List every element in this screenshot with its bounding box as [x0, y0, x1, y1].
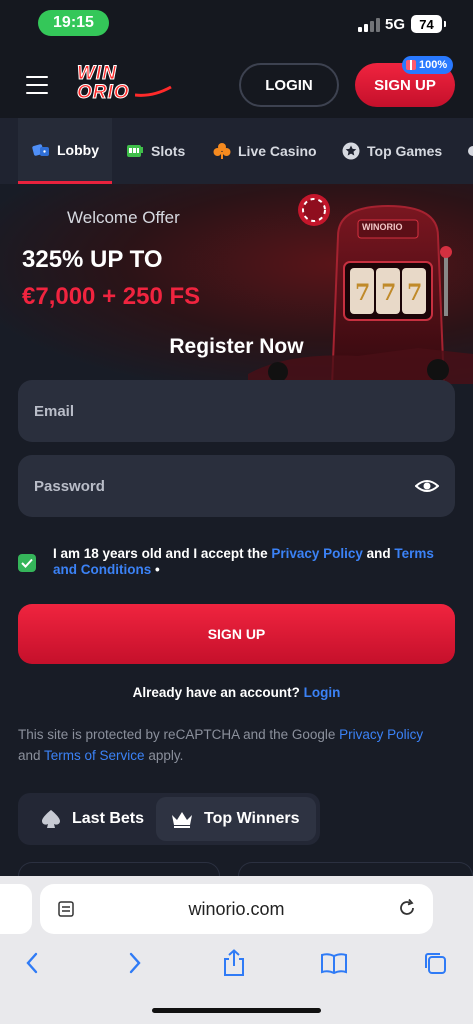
status-time: 19:15: [38, 10, 109, 36]
previous-tab-preview[interactable]: [0, 884, 32, 934]
logo-line-2: ORIO: [77, 82, 130, 104]
page: 19:15 5G 74 WIN ORIO LOGIN SIGN UP 100% …: [0, 0, 473, 1024]
login-button[interactable]: LOGIN: [239, 63, 339, 107]
category-tabs: Lobby Slots Live Casino Top Games: [0, 118, 473, 184]
winorio-logo[interactable]: WIN ORIO: [73, 63, 173, 105]
tab-label: Live Casino: [238, 143, 317, 159]
tab-label: Lobby: [57, 141, 99, 158]
bets-tab-label: Last Bets: [72, 810, 145, 827]
url-text: winorio.com: [188, 898, 285, 919]
tab-top-winners[interactable]: Top Winners: [156, 797, 316, 841]
site-header: WIN ORIO LOGIN SIGN UP: [0, 48, 473, 118]
checkmark-icon: [21, 558, 33, 568]
google-terms-link[interactable]: Terms of Service: [44, 748, 145, 763]
bets-tab-label: Top Winners: [204, 810, 300, 827]
dice-icon: [32, 143, 49, 156]
svg-text:7: 7: [381, 280, 396, 306]
crown-icon: [172, 812, 192, 828]
tabs-icon[interactable]: [419, 948, 451, 978]
gift-icon: [406, 60, 416, 70]
offer-line-1: 325% UP TO: [22, 246, 163, 273]
age-terms-checkbox[interactable]: [18, 554, 36, 572]
terms-and: and: [362, 546, 395, 561]
browser-toolbar: winorio.com: [0, 876, 473, 1024]
menu-icon[interactable]: [26, 76, 48, 94]
club-icon: [213, 143, 231, 159]
tab-slots[interactable]: Slots: [126, 118, 185, 184]
recaptcha-text-2: and: [18, 748, 45, 763]
signal-icon: [358, 18, 380, 32]
network-type: 5G: [385, 16, 406, 33]
welcome-offer-label: Welcome Offer: [67, 208, 180, 227]
register-title: Register Now: [169, 335, 304, 358]
tab-lobby[interactable]: Lobby: [18, 118, 112, 184]
password-field: [18, 455, 455, 517]
svg-text:7: 7: [407, 280, 422, 306]
have-account-label: Already have an account?: [132, 685, 304, 700]
slot-machine-icon: [127, 145, 143, 157]
email-input[interactable]: [18, 380, 455, 442]
address-bar[interactable]: winorio.com: [40, 884, 433, 934]
tab-last-bets[interactable]: Last Bets: [22, 797, 152, 841]
tab-overflow-icon: [466, 118, 473, 184]
back-icon[interactable]: [16, 948, 48, 978]
recaptcha-text-3: apply.: [144, 748, 184, 763]
recaptcha-notice: This site is protected by reCAPTCHA and …: [18, 724, 458, 766]
bonus-badge: 100%: [402, 56, 454, 74]
email-field: [18, 380, 455, 442]
share-icon[interactable]: [218, 948, 250, 978]
terms-suffix: •: [151, 562, 160, 577]
bookmarks-icon[interactable]: [318, 948, 350, 978]
terms-prefix: I am 18 years old and I accept the: [53, 546, 272, 561]
status-bar: 19:15 5G 74: [0, 0, 473, 48]
tab-label: Top Games: [367, 143, 443, 159]
home-indicator[interactable]: [152, 1008, 321, 1013]
bets-tabs: Last Bets Top Winners: [18, 793, 320, 845]
privacy-policy-link[interactable]: Privacy Policy: [271, 546, 363, 561]
signup-submit-button[interactable]: SIGN UP: [18, 604, 455, 664]
offer-line-2: €7,000 + 250 FS: [22, 283, 201, 310]
tab-top-games[interactable]: Top Games: [342, 118, 442, 184]
have-account-text: Already have an account? Login: [0, 685, 473, 700]
eye-icon[interactable]: [415, 476, 439, 496]
password-input[interactable]: [18, 455, 455, 517]
reload-icon[interactable]: [397, 898, 417, 918]
bonus-badge-text: 100%: [419, 59, 448, 71]
google-privacy-link[interactable]: Privacy Policy: [339, 727, 423, 742]
terms-text: I am 18 years old and I accept the Priva…: [53, 546, 453, 578]
forward-icon[interactable]: [119, 948, 151, 978]
tab-label: Slots: [151, 143, 186, 159]
machine-brand-label: WINORIO: [362, 222, 403, 232]
logo-swoosh-icon: [135, 85, 172, 97]
login-link[interactable]: Login: [304, 685, 341, 700]
spade-icon: [42, 810, 60, 828]
recaptcha-text-1: This site is protected by reCAPTCHA and …: [18, 727, 340, 742]
tab-live-casino[interactable]: Live Casino: [213, 118, 317, 184]
svg-text:7: 7: [355, 280, 370, 306]
battery-icon: 74: [411, 15, 446, 33]
star-icon: [342, 142, 360, 160]
